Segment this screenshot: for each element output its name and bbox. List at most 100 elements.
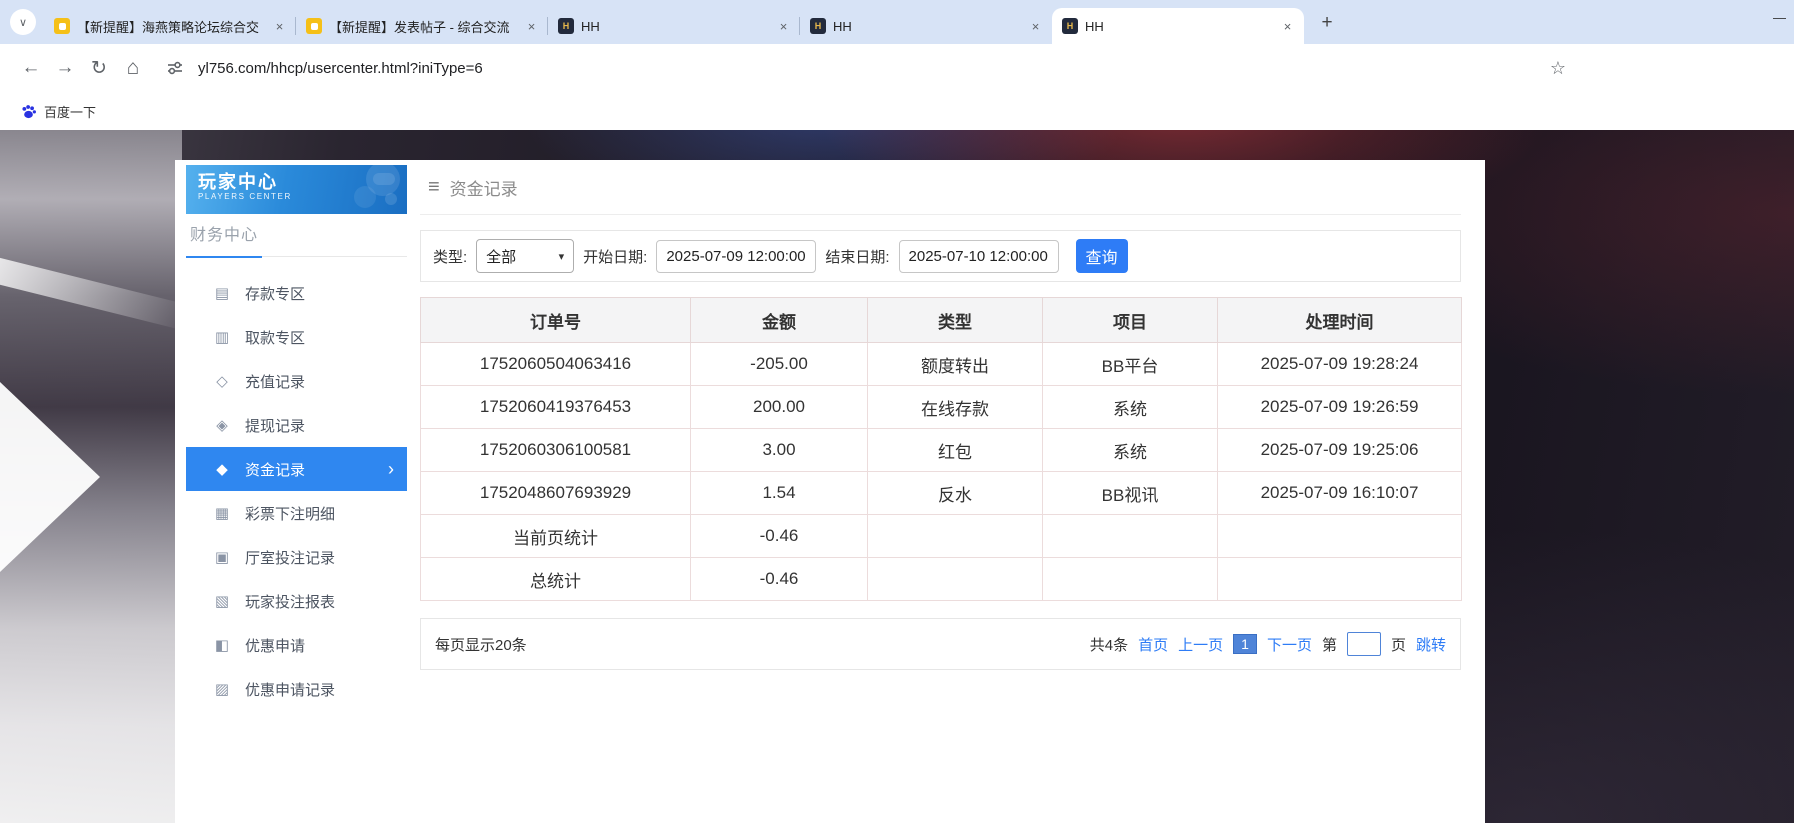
first-page-link[interactable]: 首页 [1138,634,1168,655]
chevron-right-icon: › [388,460,394,478]
prev-page-link[interactable]: 上一页 [1178,634,1223,655]
tab-close-icon[interactable]: × [523,18,540,35]
bookmarks-bar: 百度一下 [0,92,1794,130]
sidebar-item-fund-records[interactable]: ◆ 资金记录 › [186,447,407,491]
start-date-input[interactable] [656,240,816,273]
promo-record-icon: ▨ [213,680,231,698]
table-cell: 总统计 [421,558,691,601]
forum-favicon [306,18,322,34]
recharge-record-icon: ◇ [213,372,231,390]
bookmark-star-icon[interactable]: ☆ [1550,58,1566,79]
sidebar-item-deposit[interactable]: ▤ 存款专区 [186,271,407,315]
browser-tab-5-active[interactable]: H HH × [1052,8,1304,44]
sidebar-item-promo-records[interactable]: ▨ 优惠申请记录 [186,667,407,711]
page-jump-input[interactable] [1347,632,1381,656]
back-button[interactable]: ← [14,51,48,85]
sidebar-menu: ▤ 存款专区 ▥ 取款专区 ◇ 充值记录 ◈ 提现记录 [186,271,407,711]
tab-title: HH [833,19,1020,34]
per-page-text: 每页显示20条 [435,634,527,655]
end-date-input[interactable] [899,240,1059,273]
table-cell: BB平台 [1043,343,1218,386]
address-bar[interactable]: yl756.com/hhcp/usercenter.html?iniType=6 [198,60,1550,77]
home-button[interactable]: ⌂ [116,51,150,85]
type-select-value: 全部 [486,246,516,267]
table-cell: 3.00 [691,429,868,472]
player-report-icon: ▧ [213,592,231,610]
table-cell [1218,515,1462,558]
table-cell: 系统 [1043,386,1218,429]
site-info-icon[interactable] [160,53,190,83]
bookmark-baidu[interactable]: 百度一下 [14,98,102,125]
table-cell: 2025-07-09 16:10:07 [1218,472,1462,515]
table-cell: -0.46 [691,515,868,558]
tab-search-button[interactable]: ∨ [10,9,36,35]
hh-favicon: H [1062,18,1078,34]
tab-close-icon[interactable]: × [1027,18,1044,35]
browser-tab-4[interactable]: H HH × [800,8,1052,44]
jump-button[interactable]: 跳转 [1416,634,1446,655]
table-cell: 200.00 [691,386,868,429]
reload-button[interactable]: ↻ [82,51,116,85]
hh-favicon: H [810,18,826,34]
pagination-bar: 每页显示20条 共4条 首页 上一页 1 下一页 第 页 跳转 [420,618,1461,670]
start-date-label: 开始日期: [583,246,647,267]
table-cell [1218,558,1462,601]
sidebar-item-withdrawal-records[interactable]: ◈ 提现记录 [186,403,407,447]
type-select[interactable]: 全部 ▾ [476,239,574,273]
table-cell: 系统 [1043,429,1218,472]
total-count-text: 共4条 [1090,634,1128,655]
table-row-page-total: 当前页统计 -0.46 [421,515,1462,558]
tab-close-icon[interactable]: × [271,18,288,35]
new-tab-button[interactable]: + [1314,10,1340,36]
players-center-header: 玩家中心 PLAYERS CENTER [186,165,407,214]
sidebar-item-player-report[interactable]: ▧ 玩家投注报表 [186,579,407,623]
table-cell: 在线存款 [868,386,1043,429]
sidebar-item-label: 充值记录 [245,371,305,392]
sidebar-item-label: 存款专区 [245,283,305,304]
table-cell: 当前页统计 [421,515,691,558]
browser-tab-1[interactable]: 【新提醒】海燕策略论坛综合交 × [44,8,296,44]
forward-button[interactable]: → [48,51,82,85]
room-bets-icon: ▣ [213,548,231,566]
table-cell: 1752048607693929 [421,472,691,515]
table-cell: 红包 [868,429,1043,472]
table-cell: 反水 [868,472,1043,515]
table-row: 1752060306100581 3.00 红包 系统 2025-07-09 1… [421,429,1462,472]
sidebar-item-recharge-records[interactable]: ◇ 充值记录 [186,359,407,403]
table-row: 1752060419376453 200.00 在线存款 系统 2025-07-… [421,386,1462,429]
table-cell: -0.46 [691,558,868,601]
table-header-row: 订单号 金额 类型 项目 处理时间 [421,298,1462,343]
baidu-paw-icon [20,103,37,120]
sidebar: 玩家中心 PLAYERS CENTER 财务中心 ▤ 存款专区 [186,165,407,711]
tab-close-icon[interactable]: × [775,18,792,35]
navigation-bar: ← → ↻ ⌂ yl756.com/hhcp/usercenter.html?i… [0,44,1794,92]
sidebar-item-label: 提现记录 [245,415,305,436]
jump-prefix-label: 第 [1322,634,1337,655]
deposit-icon: ▤ [213,284,231,302]
sidebar-item-label: 优惠申请记录 [245,679,335,700]
main-content: ≡ 资金记录 类型: 全部 ▾ 开始日期: 结束日期: 查询 [420,160,1461,670]
next-page-link[interactable]: 下一页 [1267,634,1312,655]
table-cell: 额度转出 [868,343,1043,386]
tab-close-icon[interactable]: × [1279,18,1296,35]
browser-tab-2[interactable]: 【新提醒】发表帖子 - 综合交流 × [296,8,548,44]
tab-bar: ∨ 【新提醒】海燕策略论坛综合交 × 【新提醒】发表帖子 - 综合交流 × H … [0,0,1794,44]
sidebar-item-room-bets[interactable]: ▣ 厅室投注记录 [186,535,407,579]
col-type: 类型 [868,298,1043,343]
promo-apply-icon: ◧ [213,636,231,654]
finance-center-heading: 财务中心 [186,214,407,257]
browser-tab-3[interactable]: H HH × [548,8,800,44]
sidebar-item-label: 优惠申请 [245,635,305,656]
sidebar-item-promo-apply[interactable]: ◧ 优惠申请 [186,623,407,667]
sidebar-item-withdraw[interactable]: ▥ 取款专区 [186,315,407,359]
query-button[interactable]: 查询 [1076,239,1128,273]
lottery-bets-icon: ▦ [213,504,231,522]
menu-icon: ≡ [428,176,440,199]
table-row-grand-total: 总统计 -0.46 [421,558,1462,601]
sidebar-item-lottery-bets[interactable]: ▦ 彩票下注明细 [186,491,407,535]
fund-records-table: 订单号 金额 类型 项目 处理时间 1752060504063416 -205.… [420,297,1462,601]
col-time: 处理时间 [1218,298,1462,343]
minimize-button[interactable]: — [1773,10,1786,25]
col-order-id: 订单号 [421,298,691,343]
table-cell: BB视讯 [1043,472,1218,515]
